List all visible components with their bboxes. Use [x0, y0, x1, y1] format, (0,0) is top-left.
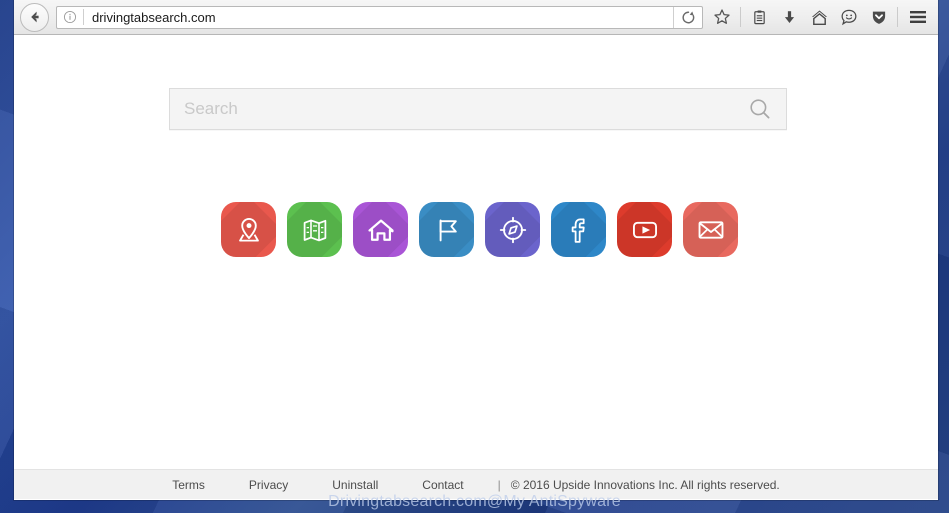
tile-email[interactable] [683, 202, 738, 257]
hamburger-menu-icon[interactable] [901, 3, 935, 31]
url-bar[interactable]: drivingtabsearch.com [56, 5, 703, 29]
footer-links: Terms Privacy Uninstall Contact | © 2016… [172, 478, 780, 492]
search-submit-button[interactable] [734, 89, 786, 129]
browser-toolbar: drivingtabsearch.com [14, 0, 938, 35]
tile-flag[interactable] [419, 202, 474, 257]
search-magnifier-icon [750, 99, 770, 119]
footer-copyright: © 2016 Upside Innovations Inc. All right… [510, 477, 780, 492]
downloads-icon[interactable] [774, 3, 804, 31]
youtube-icon [632, 221, 657, 238]
reader-list-icon[interactable] [744, 3, 774, 31]
search-box[interactable] [169, 88, 787, 130]
flag-icon [439, 218, 457, 241]
house-icon [367, 219, 394, 241]
page-content: Terms Privacy Uninstall Contact | © 2016… [14, 35, 938, 499]
browser-window: drivingtabsearch.com Search Terms Privac… [14, 0, 938, 500]
tile-home[interactable] [353, 202, 408, 257]
footer-link-uninstall[interactable]: Uninstall [332, 478, 378, 492]
back-button[interactable] [20, 2, 49, 32]
url-text: drivingtabsearch.com [92, 9, 216, 25]
compass-icon [499, 216, 526, 243]
facebook-icon [571, 217, 585, 243]
page-footer: Terms Privacy Uninstall Contact | © 2016… [14, 469, 938, 499]
footer-divider: | [497, 477, 501, 492]
reload-button[interactable] [673, 6, 702, 28]
map-pin-icon [238, 217, 259, 242]
tile-youtube[interactable] [617, 202, 672, 257]
toolbar-separator [740, 7, 741, 27]
footer-link-terms[interactable]: Terms [172, 478, 205, 492]
bookmark-star-icon[interactable] [707, 3, 737, 31]
envelope-icon [698, 220, 723, 239]
back-arrow-icon [30, 11, 39, 23]
chat-smiley-icon[interactable] [834, 3, 864, 31]
folded-map-icon [303, 219, 326, 241]
tile-maps[interactable] [287, 202, 342, 257]
pocket-shield-icon[interactable] [864, 3, 894, 31]
info-circle-icon[interactable] [57, 10, 83, 24]
toolbar-separator-2 [897, 7, 898, 27]
tile-compass[interactable] [485, 202, 540, 257]
tile-location[interactable] [221, 202, 276, 257]
footer-link-privacy[interactable]: Privacy [249, 478, 288, 492]
home-icon[interactable] [804, 3, 834, 31]
search-input[interactable] [170, 98, 734, 120]
footer-link-contact[interactable]: Contact [422, 478, 463, 492]
shortcut-tiles [221, 202, 738, 257]
tile-facebook[interactable] [551, 202, 606, 257]
